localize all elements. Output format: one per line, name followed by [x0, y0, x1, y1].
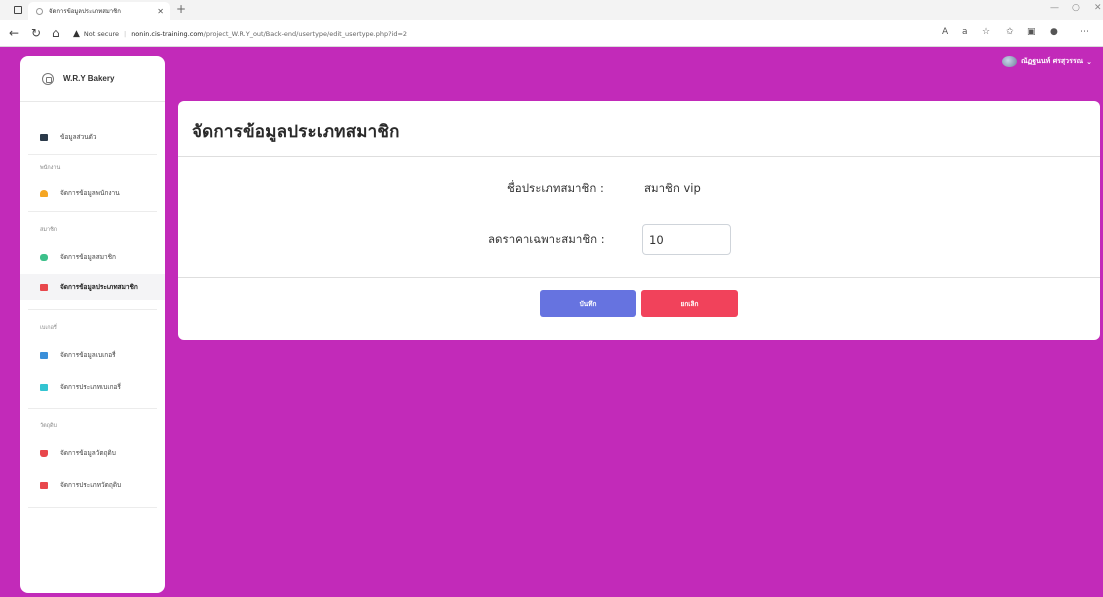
sidebar-item-label: ข้อมูลส่วนตัว — [60, 133, 97, 141]
new-tab-icon[interactable]: + — [176, 3, 186, 15]
discount-label: ลดราคาเฉพาะสมาชิก : — [488, 232, 605, 246]
address-bar: ← ↻ ⌂ ▲ Not secure | nonin.cis-training.… — [0, 20, 1103, 47]
url-host: nonin.cis-training.com — [131, 29, 204, 38]
add-favorite-icon[interactable]: ☆ — [982, 27, 990, 37]
sidebar-item-label: จัดการประเภทวัตถุดิบ — [60, 481, 122, 489]
tab-favicon-icon — [36, 7, 43, 15]
page-title: จัดการข้อมูลประเภทสมาชิก — [192, 122, 400, 142]
sidebar-divider — [28, 408, 157, 409]
sidebar-item-label: จัดการข้อมูลวัตถุดิบ — [60, 449, 116, 457]
edit-card: จัดการข้อมูลประเภทสมาชิก ชื่อประเภทสมาชิ… — [178, 101, 1100, 340]
tab-actions-icon[interactable] — [14, 6, 22, 14]
sidebar-item-employees[interactable]: จัดการข้อมูลพนักงาน — [20, 180, 165, 206]
type-name-label: ชื่อประเภทสมาชิก : — [507, 181, 604, 195]
more-options-icon[interactable]: ⋯ — [1080, 27, 1089, 37]
save-button[interactable]: บันทึก — [540, 290, 636, 317]
brand-name: W.R.Y Bakery — [63, 74, 115, 83]
sidebar-heading-employee: พนักงาน — [40, 165, 61, 171]
sidebar-divider — [28, 507, 157, 508]
favorites-icon[interactable]: ✩ — [1006, 27, 1014, 37]
translate-icon[interactable]: a — [962, 27, 968, 37]
back-icon[interactable]: ← — [9, 26, 19, 40]
type-name-value: สมาชิก vip — [644, 181, 701, 195]
brand[interactable]: W.R.Y Bakery — [20, 56, 165, 102]
users-icon — [40, 253, 48, 261]
home-icon[interactable]: ⌂ — [52, 26, 60, 40]
sidebar-heading-ingredient: วัตถุดิบ — [40, 423, 58, 429]
id-card-icon — [40, 133, 48, 141]
discount-input[interactable] — [642, 224, 731, 255]
sidebar-item-label: จัดการข้อมูลพนักงาน — [60, 189, 120, 197]
user-menu[interactable]: ณัฏฐนนท์ ศรสุวรรณ ⌄ — [1002, 56, 1092, 67]
sidebar-item-member-types[interactable]: จัดการข้อมูลประเภทสมาชิก — [20, 274, 165, 300]
browser-tab[interactable]: จัดการข้อมูลประเภทสมาชิก ✕ — [28, 2, 170, 20]
url-field[interactable]: ▲ Not secure | nonin.cis-training.com/pr… — [73, 24, 933, 43]
sidebar-item-bakery-types[interactable]: จัดการประเภทเบเกอรี่ — [20, 374, 165, 400]
sidebar-item-label: จัดการข้อมูลเบเกอรี่ — [60, 351, 116, 359]
card-divider — [178, 156, 1100, 157]
bakery-logo-icon — [42, 72, 54, 85]
sidebar-heading-bakery: เบเกอรี่ — [40, 325, 57, 331]
warning-icon: ▲ — [73, 28, 80, 39]
sidebar-item-members[interactable]: จัดการข้อมูลสมาชิก — [20, 244, 165, 270]
sidebar-divider — [28, 211, 157, 212]
sidebar: W.R.Y Bakery ข้อมูลส่วนตัว พนักงาน จัดกา… — [20, 56, 165, 593]
sidebar-item-ingredient-types[interactable]: จัดการประเภทวัตถุดิบ — [20, 472, 165, 498]
user-name: ณัฏฐนนท์ ศรสุวรรณ — [1021, 57, 1084, 65]
tab-title: จัดการข้อมูลประเภทสมาชิก — [49, 8, 121, 15]
page-background: W.R.Y Bakery ข้อมูลส่วนตัว พนักงาน จัดกา… — [0, 47, 1103, 597]
sidebar-divider — [28, 309, 157, 310]
sidebar-item-profile[interactable]: ข้อมูลส่วนตัว — [20, 124, 165, 150]
url-path: /project_W.R.Y_out/Back-end/usertype/edi… — [203, 29, 408, 38]
user-icon — [40, 189, 48, 197]
sidebar-item-ingredients[interactable]: จัดการข้อมูลวัตถุดิบ — [20, 440, 165, 466]
basket-icon — [40, 449, 48, 457]
close-window-icon[interactable]: ✕ — [1094, 3, 1102, 13]
profile-icon[interactable]: ● — [1050, 27, 1058, 37]
sidebar-item-label: จัดการข้อมูลสมาชิก — [60, 253, 116, 261]
sidebar-item-bakery[interactable]: จัดการข้อมูลเบเกอรี่ — [20, 342, 165, 368]
chevron-down-icon: ⌄ — [1086, 57, 1092, 66]
restore-icon[interactable]: ○ — [1072, 3, 1080, 13]
sidebar-item-label: จัดการข้อมูลประเภทสมาชิก — [60, 283, 138, 291]
tab-close-icon[interactable]: ✕ — [157, 7, 164, 16]
sidebar-heading-member: สมาชิก — [40, 227, 58, 233]
sidebar-divider — [28, 154, 157, 155]
sidebar-item-label: จัดการประเภทเบเกอรี่ — [60, 383, 121, 391]
minimize-icon[interactable]: — — [1050, 3, 1059, 13]
collections-icon[interactable]: ▣ — [1027, 27, 1036, 37]
book-icon — [40, 283, 48, 291]
cancel-button[interactable]: ยกเลิก — [641, 290, 738, 317]
avatar — [1002, 56, 1018, 67]
boxes-icon — [40, 351, 48, 359]
book-icon — [40, 383, 48, 391]
card-divider — [178, 277, 1100, 278]
not-secure-label: Not secure — [83, 29, 119, 38]
read-aloud-icon[interactable]: A — [942, 27, 948, 37]
refresh-icon[interactable]: ↻ — [31, 26, 41, 40]
url-separator: | — [123, 29, 127, 38]
book-icon — [40, 481, 48, 489]
